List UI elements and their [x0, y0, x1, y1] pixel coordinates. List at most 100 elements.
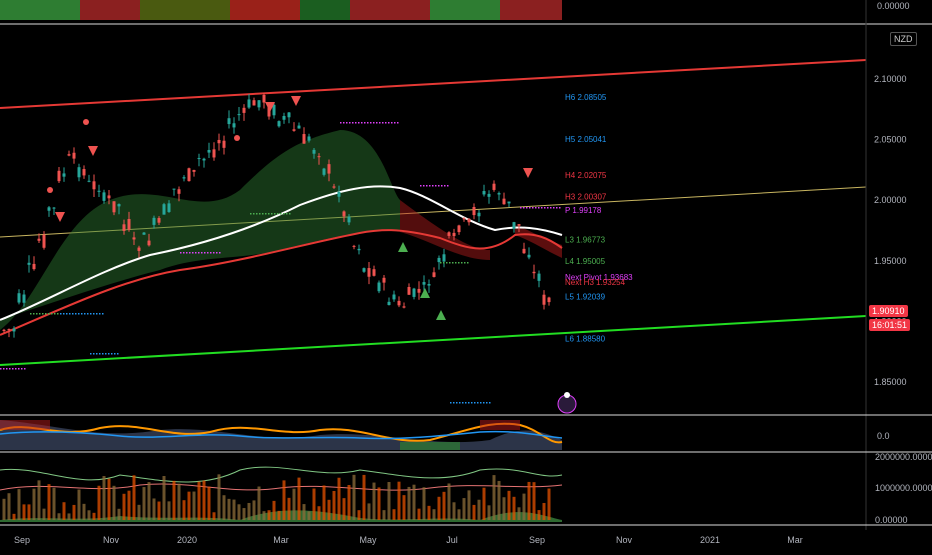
- candle-body: [447, 232, 451, 236]
- volume-bar: [127, 490, 131, 520]
- candle-body: [177, 189, 181, 194]
- volume-bar: [27, 504, 31, 520]
- pivot-dot: [373, 122, 375, 124]
- volume-bar: [482, 487, 486, 520]
- pivot-dot: [394, 122, 396, 124]
- pivot-dot: [210, 252, 212, 254]
- pivot-dot: [186, 252, 188, 254]
- volume-bar: [492, 475, 496, 520]
- volume-bar: [202, 480, 206, 520]
- pivot-label: H3 2.00307: [565, 192, 607, 201]
- time-tick-label: Jul: [446, 535, 458, 545]
- volume-bar: [2, 498, 6, 520]
- sell-signal-marker: [55, 212, 65, 222]
- pivot-dot: [355, 122, 357, 124]
- candle-body: [352, 245, 356, 247]
- pivot-dot: [346, 122, 348, 124]
- pivot-dot: [192, 252, 194, 254]
- candle-body: [397, 300, 401, 306]
- pivot-dot: [468, 402, 470, 404]
- candle-body: [22, 294, 26, 303]
- candle-body: [12, 328, 16, 332]
- chart-area[interactable]: H6 2.08505 H5 2.05041 H4 2.02075 H3 2.00307…: [0, 0, 932, 550]
- volume-bar: [302, 504, 306, 520]
- time-tick-label: 2020: [177, 535, 197, 545]
- volume-bar: [82, 503, 86, 520]
- pivot-dot: [283, 213, 285, 215]
- candle-body: [427, 284, 431, 286]
- price-tick-label: 2.05000: [874, 135, 907, 145]
- pivot-dot: [81, 313, 83, 315]
- volume-bar: [312, 488, 316, 520]
- volume-bar: [17, 489, 21, 520]
- price-chart[interactable]: H6 2.08505 H5 2.05041 H4 2.02075 H3 2.00307…: [0, 0, 932, 550]
- volume-axis-label-high: 2000000.00000: [875, 452, 932, 462]
- pivot-dot: [96, 313, 98, 315]
- pivot-dot: [471, 402, 473, 404]
- volume-bar: [462, 498, 466, 520]
- volume-bar: [502, 497, 506, 520]
- pivot-dot: [361, 122, 363, 124]
- volume-bar: [137, 504, 141, 520]
- candle-body: [302, 134, 306, 144]
- pivot-dot: [189, 252, 191, 254]
- candle-body: [322, 168, 326, 175]
- candle-body: [47, 207, 51, 211]
- pivot-labels: H6 2.08505 H5 2.05041 H4 2.02075 H3 2.00307…: [565, 93, 633, 343]
- volume-bar: [412, 484, 416, 520]
- volume-bar: [352, 474, 356, 520]
- volume-bar: [177, 483, 181, 520]
- time-tick-label: Sep: [14, 535, 30, 545]
- candle-body: [137, 247, 141, 251]
- symbol-badge[interactable]: NZD: [890, 32, 917, 46]
- volume-bar: [152, 498, 156, 520]
- volume-bar: [472, 504, 476, 520]
- pivot-dot: [391, 122, 393, 124]
- candle-body: [32, 263, 36, 270]
- candle-body: [457, 225, 461, 233]
- volume-bar: [527, 481, 531, 520]
- pivot-dot: [207, 252, 209, 254]
- pivot-dot: [6, 368, 8, 370]
- pivot-dot: [426, 185, 428, 187]
- volume-bar: [47, 484, 51, 520]
- candle-body: [142, 232, 146, 235]
- price-axis: 2.100002.050002.000001.950001.900001.850…: [874, 74, 907, 387]
- volume-bar: [542, 502, 546, 520]
- lower-channel-line: [0, 315, 867, 366]
- pivot-dot: [102, 353, 104, 355]
- pivot-dot: [526, 207, 528, 209]
- volume-bar: [272, 500, 276, 520]
- volume-bar: [377, 487, 381, 520]
- pivot-dot: [45, 313, 47, 315]
- volume-bar: [227, 498, 231, 520]
- candle-body: [7, 329, 11, 331]
- pivot-dot: [397, 122, 399, 124]
- volume-bar: [367, 503, 371, 520]
- volume-bar: [392, 509, 396, 520]
- volume-bar: [212, 512, 216, 520]
- pivot-dot: [42, 313, 44, 315]
- pivot-label: L4 1.95005: [565, 257, 606, 266]
- pivot-dot: [201, 252, 203, 254]
- volume-bar: [327, 499, 331, 520]
- volume-bar: [237, 504, 241, 520]
- event-icon-badge: [564, 392, 570, 398]
- volume-bar: [397, 481, 401, 520]
- volume-bar: [52, 487, 56, 520]
- pivot-dot: [117, 353, 119, 355]
- candle-body: [222, 140, 226, 148]
- pivot-dot: [99, 353, 101, 355]
- candle-body: [532, 271, 536, 274]
- candle-body: [227, 118, 231, 125]
- pivot-dot: [57, 313, 59, 315]
- volume-bar: [447, 483, 451, 520]
- pivot-dot: [453, 402, 455, 404]
- pivot-dot: [559, 207, 561, 209]
- candle-body: [57, 170, 61, 182]
- volume-bar: [512, 496, 516, 520]
- pivot-dot: [379, 122, 381, 124]
- pivot-dot: [102, 313, 104, 315]
- candle-body: [42, 234, 46, 248]
- sell-signal-marker: [291, 96, 301, 106]
